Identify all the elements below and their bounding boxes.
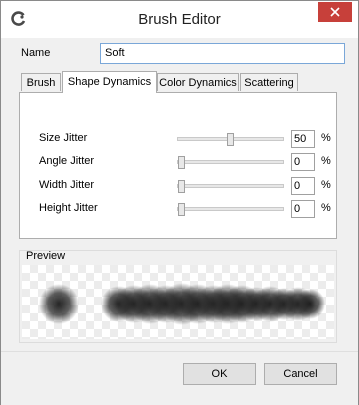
height-jitter-slider-thumb[interactable] (178, 203, 185, 216)
preview-group: Preview (19, 250, 337, 343)
size-jitter-slider-thumb[interactable] (227, 133, 234, 146)
angle-jitter-slider[interactable] (177, 156, 284, 169)
shape-dynamics-panel: Size Jitter 50 % Angle Jitter 0 % Width … (19, 92, 337, 239)
angle-jitter-input[interactable]: 0 (291, 153, 315, 171)
height-jitter-row: Height Jitter 0 % (20, 200, 336, 218)
tab-scattering[interactable]: Scattering (240, 73, 298, 91)
width-jitter-input[interactable]: 0 (291, 177, 315, 195)
name-label: Name (21, 47, 51, 59)
title-bar: Brush Editor (1, 1, 358, 38)
angle-jitter-label: Angle Jitter (39, 155, 95, 167)
preview-label: Preview (26, 250, 66, 262)
tab-color-dynamics[interactable]: Color Dynamics (157, 73, 239, 91)
name-input[interactable]: Soft (100, 43, 345, 64)
angle-jitter-unit: % (321, 155, 331, 167)
tab-shape-dynamics[interactable]: Shape Dynamics (62, 71, 157, 93)
height-jitter-input[interactable]: 0 (291, 200, 315, 218)
brush-preview-canvas (22, 265, 334, 339)
width-jitter-label: Width Jitter (39, 179, 95, 191)
close-button[interactable] (318, 2, 352, 22)
size-jitter-row: Size Jitter 50 % (20, 130, 336, 148)
height-jitter-unit: % (321, 202, 331, 214)
width-jitter-unit: % (321, 179, 331, 191)
size-jitter-label: Size Jitter (39, 132, 88, 144)
dialog-footer: OK Cancel (1, 351, 358, 405)
angle-jitter-slider-thumb[interactable] (178, 156, 185, 169)
width-jitter-slider-thumb[interactable] (178, 180, 185, 193)
ok-button[interactable]: OK (183, 363, 256, 385)
size-jitter-unit: % (321, 132, 331, 144)
width-jitter-row: Width Jitter 0 % (20, 177, 336, 195)
size-jitter-slider[interactable] (177, 133, 284, 146)
window-title: Brush Editor (138, 11, 221, 28)
angle-jitter-row: Angle Jitter 0 % (20, 153, 336, 171)
tab-brush[interactable]: Brush (21, 73, 61, 91)
height-jitter-label: Height Jitter (39, 202, 98, 214)
brush-stroke-preview (39, 283, 325, 325)
size-jitter-input[interactable]: 50 (291, 130, 315, 148)
width-jitter-slider[interactable] (177, 180, 284, 193)
brush-editor-window: Brush Editor Name Soft Brush Shape Dynam… (0, 0, 359, 405)
cancel-button[interactable]: Cancel (264, 363, 337, 385)
height-jitter-slider[interactable] (177, 203, 284, 216)
